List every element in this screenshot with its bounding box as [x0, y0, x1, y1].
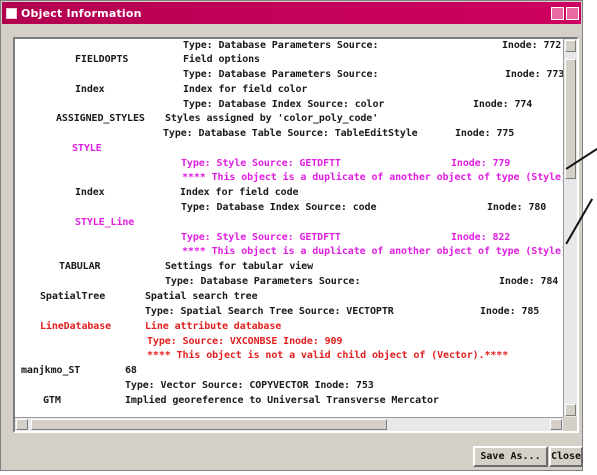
- row-description: Styles assigned by 'color_poly_code': [165, 113, 379, 124]
- row-type: Type: Style Source: GETDFTT: [181, 232, 341, 243]
- row-name: ASSIGNED_STYLES: [56, 113, 145, 124]
- row-description: Field options: [183, 54, 260, 65]
- row-description: Index for field code: [180, 187, 299, 198]
- horizontal-scrollbar[interactable]: [15, 417, 563, 431]
- row-description: Spatial search tree: [145, 291, 258, 302]
- window-menu-icon[interactable]: [6, 7, 17, 19]
- row-name: Index: [75, 187, 105, 198]
- row-description: Index for field color: [183, 84, 308, 95]
- row-inode: Inode: 785: [480, 306, 540, 317]
- row-name: manjkmo_ST: [21, 365, 81, 376]
- row-inode: Inode: 780: [487, 202, 547, 213]
- row-inode: Inode: 774: [473, 99, 533, 110]
- row-inode: Inode: 822: [451, 232, 511, 243]
- scroll-right-arrow-icon[interactable]: [550, 419, 562, 430]
- object-info-content: Type: Database Parameters Source: Inode:…: [15, 39, 563, 417]
- row-type: Type: Database Parameters Source:: [165, 276, 361, 287]
- row-name: Index: [75, 84, 105, 95]
- row-name: STYLE: [72, 143, 102, 154]
- row-type: Type: Database Parameters Source:: [183, 40, 379, 51]
- maximize-icon[interactable]: [566, 6, 579, 20]
- row-description: 68: [125, 365, 137, 376]
- row-name: STYLE_Line: [75, 217, 135, 228]
- window-title: Object Information: [21, 6, 142, 20]
- row-name: TABULAR: [59, 261, 101, 272]
- row-warning: **** This object is not a valid child ob…: [147, 350, 509, 361]
- row-name: SpatialTree: [40, 291, 106, 302]
- row-inode: Inode: 772: [502, 40, 562, 51]
- row-type: Type: Vector Source: COPYVECTOR Inode: 7…: [125, 380, 374, 391]
- row-type: Type: Database Index Source: color: [183, 99, 385, 110]
- row-name: GTM: [43, 395, 61, 406]
- row-type: Type: Database Index Source: code: [181, 202, 377, 213]
- minimize-icon[interactable]: [551, 6, 564, 20]
- row-warning: **** This object is a duplicate of anoth…: [182, 172, 563, 183]
- title-bar[interactable]: Object Information: [2, 2, 581, 24]
- row-type: Type: Source: VXCONBSE Inode: 909: [147, 336, 343, 347]
- row-inode: Inode: 779: [451, 158, 511, 169]
- row-warning: **** This object is a duplicate of anoth…: [182, 246, 563, 257]
- row-description: Settings for tabular view: [165, 261, 314, 272]
- close-button[interactable]: Close: [549, 446, 583, 467]
- row-type: Type: Style Source: GETDFTT: [181, 158, 341, 169]
- row-type: Type: Database Table Source: TableEditSt…: [163, 128, 418, 139]
- row-description: Implied georeference to Universal Transv…: [125, 395, 439, 406]
- scroll-up-arrow-icon[interactable]: [565, 40, 576, 52]
- row-inode: Inode: 773: [505, 69, 563, 80]
- row-inode: Inode: 784: [499, 276, 559, 287]
- row-description: Line attribute database: [145, 321, 282, 332]
- row-name: FIELDOPTS: [75, 54, 129, 65]
- object-info-list[interactable]: Type: Database Parameters Source: Inode:…: [13, 37, 579, 433]
- save-as-button[interactable]: Save As...: [473, 446, 548, 467]
- row-type: Type: Spatial Search Tree Source: VECTOP…: [145, 306, 394, 317]
- scroll-down-arrow-icon[interactable]: [565, 404, 576, 416]
- row-type: Type: Database Parameters Source:: [183, 69, 379, 80]
- scrollbar-corner: [563, 417, 577, 431]
- scroll-left-arrow-icon[interactable]: [16, 419, 28, 430]
- row-inode: Inode: 775: [455, 128, 515, 139]
- object-information-window: Object Information Type: Database Parame…: [0, 0, 583, 471]
- horizontal-scroll-thumb[interactable]: [31, 419, 387, 430]
- row-name: LineDatabase: [40, 321, 112, 332]
